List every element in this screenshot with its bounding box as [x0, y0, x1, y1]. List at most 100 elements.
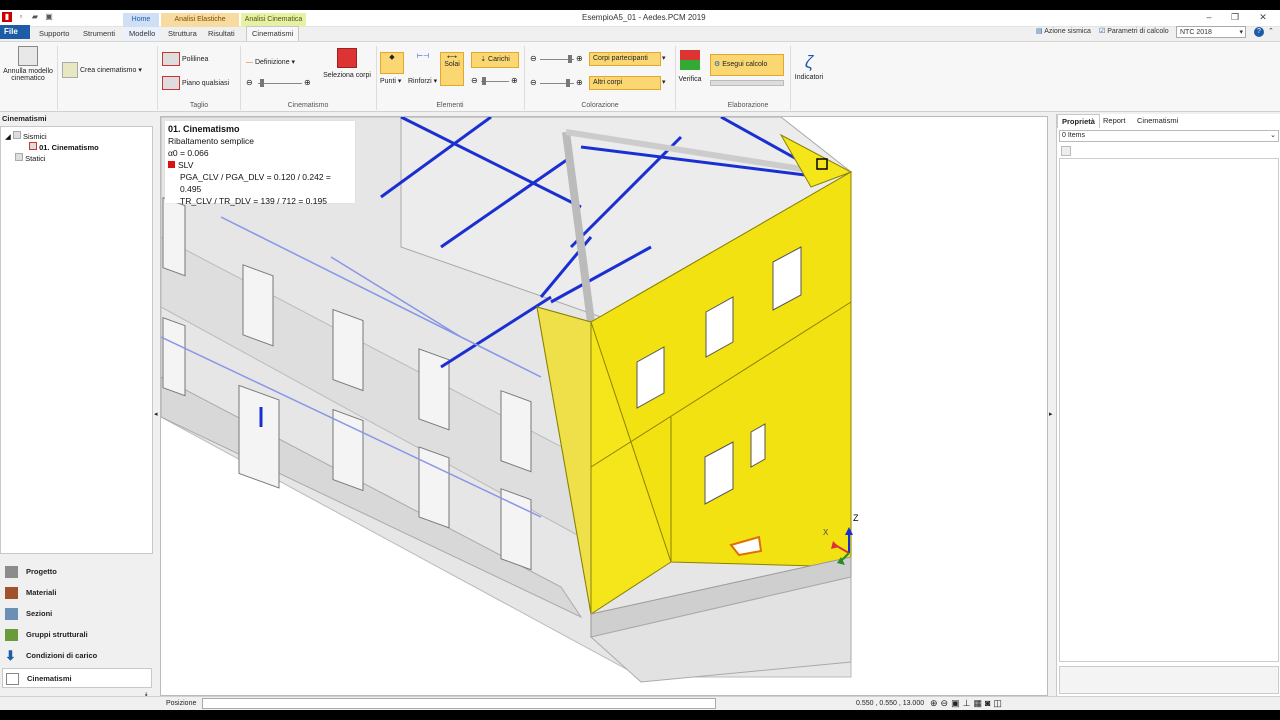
tab-proprieta[interactable]: Proprietà	[1057, 114, 1100, 128]
view-tools[interactable]: ⊕⊖▣⊥▦◙◫	[930, 697, 1005, 710]
position-input[interactable]	[202, 698, 716, 709]
zoom-out-icon[interactable]: ⊖	[941, 698, 952, 708]
nav-condizioni[interactable]: ⬇ Condizioni di carico	[2, 646, 152, 666]
slider-thumb[interactable]	[568, 55, 572, 63]
seleziona-corpi-button[interactable]: Seleziona corpi	[320, 48, 374, 79]
azione-sismica-button[interactable]: ▤ Azione sismica	[1036, 26, 1091, 38]
plus-icon: ⊕	[576, 54, 583, 63]
axis-x-label: X	[823, 528, 829, 537]
property-description	[1059, 666, 1279, 694]
status-bar: Posizione 0.550 , 0.550 , 13.000 ⊕⊖▣⊥▦◙◫	[0, 696, 1280, 710]
save-icon[interactable]: ▣	[44, 12, 54, 22]
info-title: 01. Cinematismo	[168, 124, 240, 134]
corpi-partecipanti-color[interactable]: Corpi partecipanti	[589, 52, 661, 66]
select-bodies-icon	[337, 48, 357, 68]
slider-thumb[interactable]	[482, 77, 486, 85]
categorize-icon[interactable]	[1061, 146, 1071, 156]
tab-risultati[interactable]: Risultati	[203, 27, 240, 40]
nav-label: Progetto	[26, 567, 57, 576]
tab-report[interactable]: Report	[1099, 114, 1130, 128]
nav-sezioni[interactable]: Sezioni	[2, 604, 152, 624]
property-grid	[1059, 158, 1279, 662]
tree-node-cinematismo[interactable]: 01. Cinematismo	[29, 142, 99, 152]
punti-toggle[interactable]: ◆	[380, 52, 404, 74]
altri-corpi-color[interactable]: Altri corpi	[589, 76, 661, 90]
progress-bar	[710, 80, 784, 86]
rinforzi-dropdown[interactable]: Rinforzi ▾	[408, 77, 437, 85]
3d-viewport[interactable]: Z X 01. Cinematismo Ribaltamento semplic…	[160, 116, 1048, 696]
axes-icon[interactable]: ⊥	[963, 698, 974, 708]
definizione-dropdown[interactable]: — Definizione ▾	[246, 58, 295, 66]
context-kinematic[interactable]: Analisi Cinematica	[241, 13, 306, 27]
corpi-slider[interactable]: ⊖ ⊕	[530, 54, 584, 64]
slider-thumb[interactable]	[260, 79, 264, 87]
annulla-modello-button[interactable]: Annulla modello cinematico	[2, 46, 54, 82]
tab-struttura[interactable]: Struttura	[163, 27, 202, 40]
carichi-toggle[interactable]: ⇣ Carichi	[471, 52, 519, 68]
items-dropdown[interactable]: 0 Items ⌄	[1059, 130, 1279, 142]
piano-qualsiasi-button[interactable]: Piano qualsiasi	[162, 76, 229, 90]
tab-supporto[interactable]: Supporto	[34, 27, 74, 40]
polilinea-button[interactable]: Polilinea	[162, 52, 208, 66]
restore-button[interactable]: ❐	[1224, 12, 1246, 25]
indicatori-button[interactable]: ζ Indicatori	[792, 50, 826, 81]
rinforzi-label: Rinforzi	[408, 78, 432, 85]
nav-progetto[interactable]: Progetto	[2, 562, 152, 582]
nav-cinematismi[interactable]: Cinematismi	[2, 668, 152, 688]
norma-value: NTC 2018	[1180, 29, 1212, 36]
solai-toggle[interactable]: ⟷ Solai	[440, 52, 464, 86]
new-file-icon[interactable]: ▫	[16, 12, 26, 22]
grid-icon[interactable]: ▦	[973, 698, 985, 708]
chevron-down-icon[interactable]: ▾	[662, 54, 666, 62]
norma-select[interactable]: NTC 2018 ▾	[1176, 26, 1246, 38]
collapse-ribbon-icon[interactable]: ⌃	[1268, 26, 1274, 38]
altri-label: Altri corpi	[593, 79, 623, 86]
punti-dropdown[interactable]: Punti ▾	[380, 77, 401, 85]
nav-label: Cinematismi	[27, 674, 72, 683]
crea-cinematismo-button[interactable]: Crea cinematismo ▾	[62, 62, 154, 78]
minus-icon: ⊖	[246, 78, 253, 87]
collapse-right-icon[interactable]: ▸	[1049, 410, 1053, 418]
tab-strumenti[interactable]: Strumenti	[78, 27, 120, 40]
tree-node-sismici[interactable]: ◢ Sismici	[5, 131, 47, 141]
tab-cinematismi-right[interactable]: Cinematismi	[1133, 114, 1182, 128]
kinematic-icon	[12, 131, 21, 139]
collapse-icon[interactable]: ◢	[5, 132, 11, 141]
zoom-in-icon[interactable]: ⊕	[930, 698, 941, 708]
carichi-slider[interactable]: ⊖ ⊕	[471, 76, 519, 86]
tab-cinematismi[interactable]: Cinematismi	[246, 26, 300, 41]
group-cinematismo-label: Cinematismo	[287, 102, 329, 109]
nav-materiali[interactable]: Materiali	[2, 583, 152, 603]
context-home[interactable]: Home	[123, 13, 159, 27]
verifica-label: Verifica	[678, 76, 702, 83]
open-folder-icon[interactable]: ▰	[30, 12, 40, 22]
slider-thumb[interactable]	[566, 79, 570, 87]
slab-icon: ⟷	[446, 54, 458, 61]
split-view-icon[interactable]: ◫	[993, 698, 1005, 708]
info-tr: TR_CLV / TR_DLV = 139 / 712 = 0.195	[180, 196, 327, 206]
parametri-button[interactable]: ☑ Parametri di calcolo	[1099, 26, 1169, 38]
altri-slider[interactable]: ⊖ ⊕	[530, 78, 584, 88]
collapse-left-icon[interactable]: ◂	[154, 410, 158, 418]
esegui-calcolo-button[interactable]: ⚙ Esegui calcolo	[710, 54, 784, 76]
carichi-label: Carichi	[488, 56, 510, 63]
minimize-button[interactable]: –	[1198, 12, 1220, 25]
tab-modello[interactable]: Modello	[124, 27, 161, 40]
chevron-down-icon[interactable]: ▾	[662, 78, 666, 86]
context-elastic[interactable]: Analisi Elastiche	[161, 13, 239, 27]
file-menu-button[interactable]: File	[0, 25, 30, 39]
minus-icon: ⊖	[530, 78, 537, 87]
nav-label: Gruppi strutturali	[26, 630, 88, 639]
kinematic-icon	[15, 153, 23, 161]
sections-icon	[5, 608, 18, 620]
view-frame-icon[interactable]: ▣	[951, 698, 963, 708]
close-button[interactable]: ✕	[1252, 12, 1274, 25]
definizione-slider[interactable]: ⊖ ⊕	[246, 78, 312, 88]
statici-label: Statici	[25, 154, 46, 163]
verifica-button[interactable]: Verifica	[677, 50, 703, 83]
nav-gruppi[interactable]: Gruppi strutturali	[2, 625, 152, 645]
rinforzi-toggle[interactable]: ⊢⊣	[411, 52, 435, 74]
help-icon[interactable]: ?	[1254, 27, 1264, 37]
app-icon: ▮	[2, 12, 12, 22]
tree-node-statici[interactable]: Statici	[15, 153, 46, 163]
